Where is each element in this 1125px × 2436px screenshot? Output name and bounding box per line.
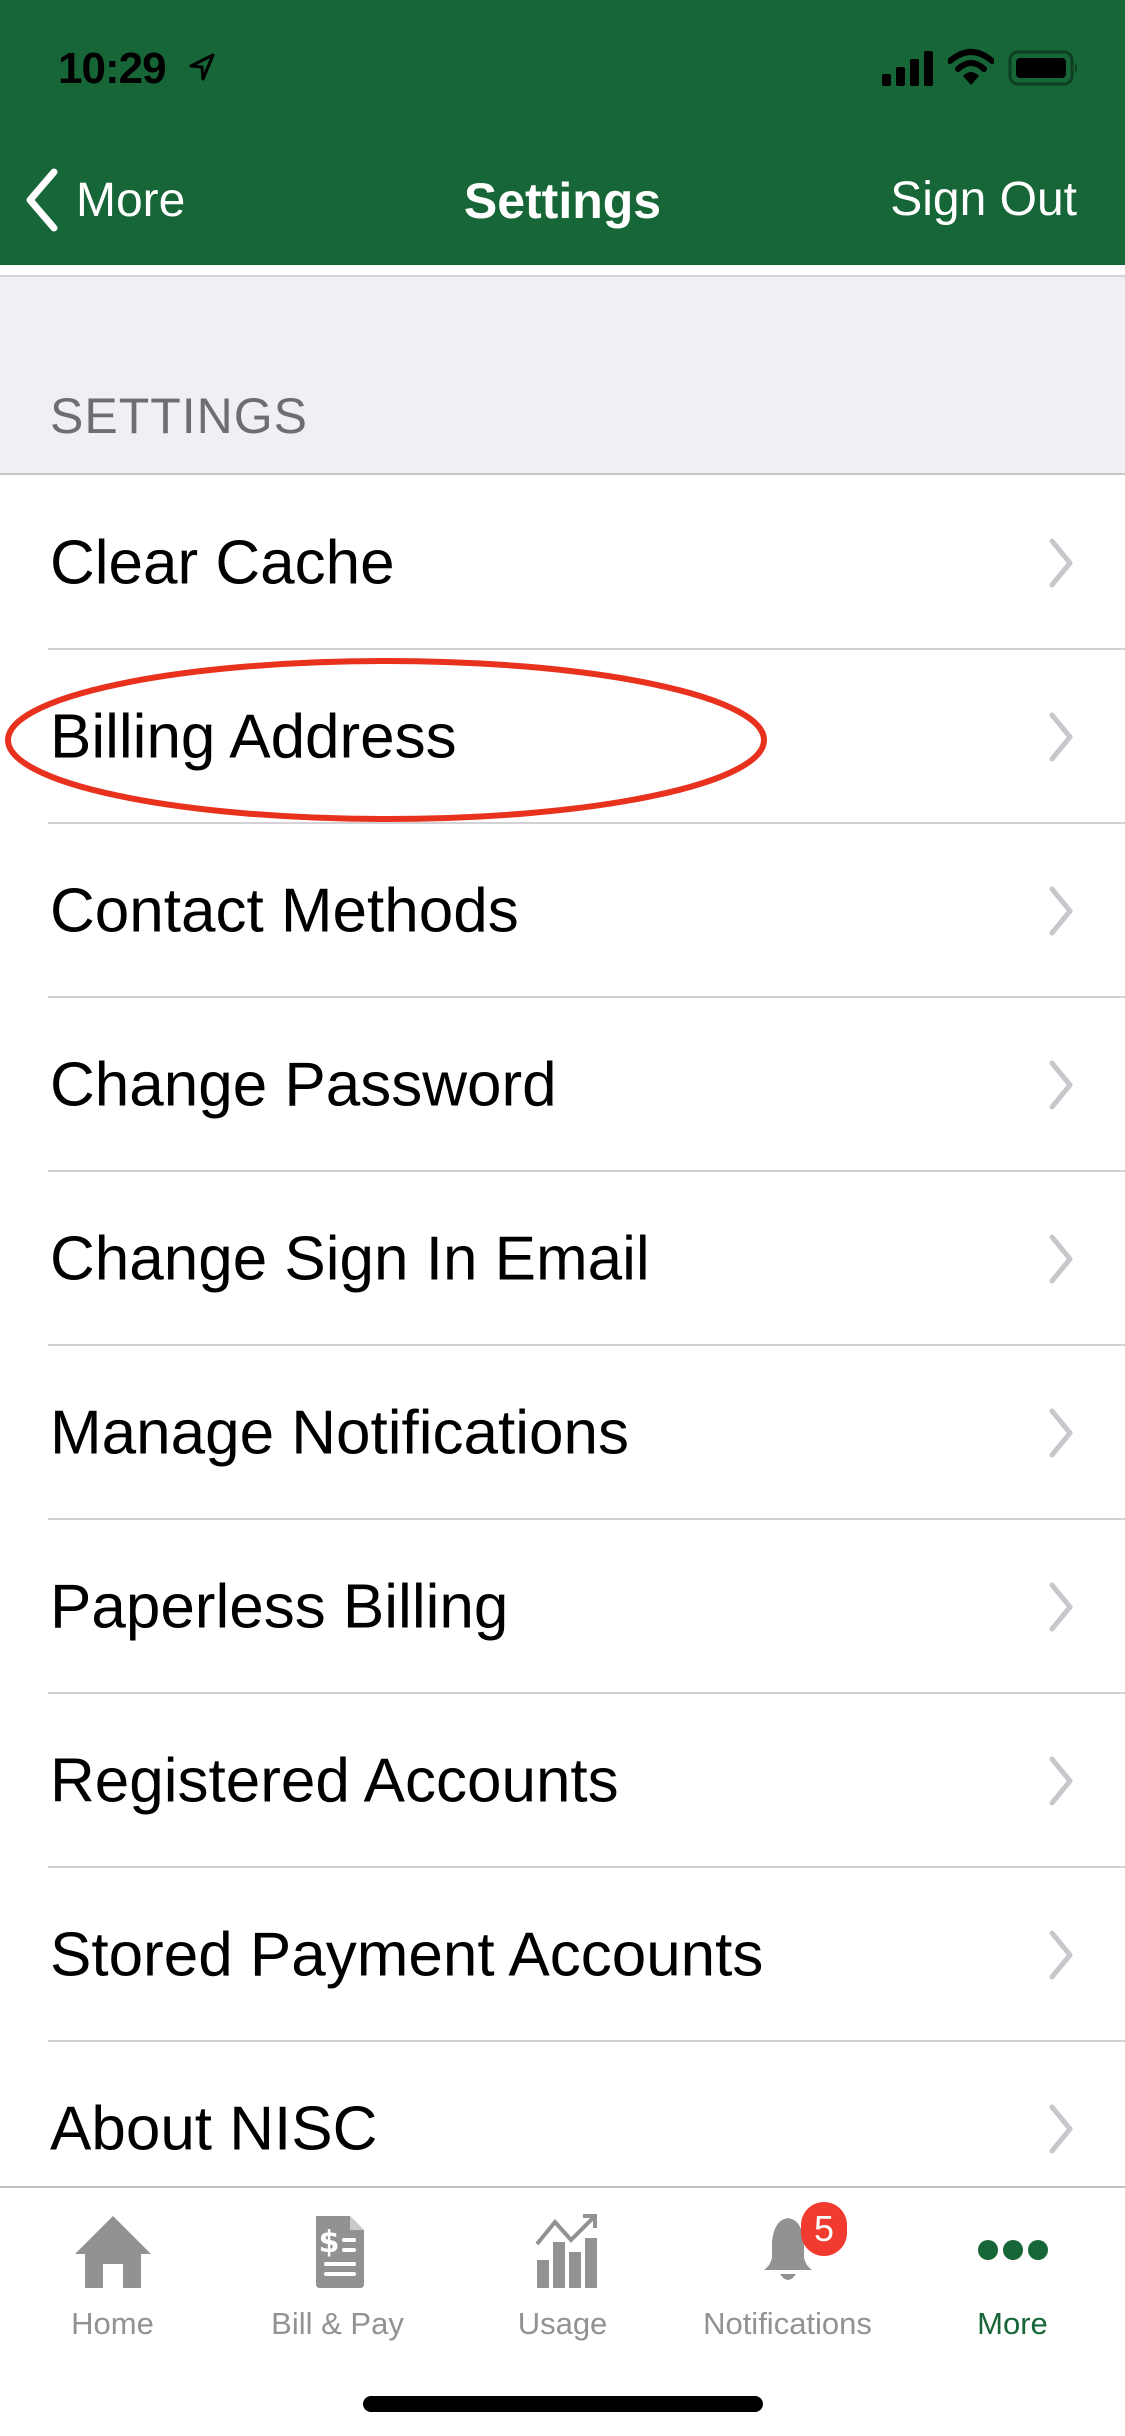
tab-label: Bill & Pay <box>271 2306 404 2341</box>
tab-label: Home <box>71 2306 154 2341</box>
header-divider <box>0 265 1125 277</box>
chevron-right-icon <box>1049 538 1073 588</box>
settings-item-manage-notifications[interactable]: Manage Notifications <box>0 1346 1125 1520</box>
tab-home[interactable]: Home <box>0 2188 225 2353</box>
chevron-right-icon <box>1049 1408 1073 1458</box>
battery-icon <box>1008 50 1077 86</box>
chevron-right-icon <box>1049 2104 1073 2154</box>
chevron-right-icon <box>1049 1930 1073 1980</box>
settings-list: Clear Cache Billing Address Contact Meth… <box>0 476 1125 2216</box>
list-item-label: About NISC <box>50 2094 378 2164</box>
app-header: 10:29 More Settings Sign Out <box>0 0 1125 265</box>
settings-item-billing-address[interactable]: Billing Address <box>0 650 1125 824</box>
settings-item-clear-cache[interactable]: Clear Cache <box>0 476 1125 650</box>
tab-notifications[interactable]: 5 Notifications <box>675 2188 900 2353</box>
tab-label: Notifications <box>703 2306 872 2341</box>
section-header <box>0 277 1125 475</box>
chevron-right-icon <box>1049 1756 1073 1806</box>
list-item-label: Paperless Billing <box>50 1572 509 1642</box>
list-item-label: Change Password <box>50 1050 557 1120</box>
chevron-right-icon <box>1049 1060 1073 1110</box>
settings-item-change-password[interactable]: Change Password <box>0 998 1125 1172</box>
chevron-right-icon <box>1049 712 1073 762</box>
settings-item-contact-methods[interactable]: Contact Methods <box>0 824 1125 998</box>
tab-label: More <box>977 2306 1048 2341</box>
list-item-label: Billing Address <box>50 702 457 772</box>
bill-document-icon: $ <box>315 2216 364 2288</box>
svg-text:$: $ <box>318 2225 339 2260</box>
navigation-bar: More Settings Sign Out <box>0 140 1125 250</box>
list-item-label: Change Sign In Email <box>50 1224 650 1294</box>
list-item-label: Clear Cache <box>50 528 395 598</box>
home-icon <box>74 2216 151 2288</box>
chevron-right-icon <box>1049 1234 1073 1284</box>
settings-item-change-sign-in-email[interactable]: Change Sign In Email <box>0 1172 1125 1346</box>
settings-item-registered-accounts[interactable]: Registered Accounts <box>0 1694 1125 1868</box>
tab-more[interactable]: More <box>900 2188 1125 2353</box>
settings-item-paperless-billing[interactable]: Paperless Billing <box>0 1520 1125 1694</box>
list-item-label: Contact Methods <box>50 876 519 946</box>
list-item-label: Manage Notifications <box>50 1398 629 1468</box>
chevron-right-icon <box>1049 1582 1073 1632</box>
status-time: 10:29 <box>58 44 167 93</box>
chevron-right-icon <box>1049 886 1073 936</box>
tab-usage[interactable]: Usage <box>450 2188 675 2353</box>
section-title: SETTINGS <box>50 388 309 444</box>
settings-item-stored-payment-accounts[interactable]: Stored Payment Accounts <box>0 1868 1125 2042</box>
notification-badge: 5 <box>801 2202 847 2256</box>
list-item-label: Stored Payment Accounts <box>50 1920 764 1990</box>
wifi-icon <box>948 49 994 85</box>
status-bar: 10:29 <box>0 0 1125 110</box>
list-item-label: Registered Accounts <box>50 1746 619 1816</box>
tab-label: Usage <box>517 2306 608 2341</box>
sign-out-button[interactable]: Sign Out <box>890 172 1077 227</box>
usage-chart-icon <box>534 2214 597 2288</box>
more-dots-icon <box>977 2240 1048 2260</box>
location-arrow-icon <box>189 53 215 81</box>
tab-bill-pay[interactable]: $ Bill & Pay <box>225 2188 450 2353</box>
cellular-signal-icon <box>882 51 933 86</box>
home-indicator[interactable] <box>363 2396 763 2412</box>
